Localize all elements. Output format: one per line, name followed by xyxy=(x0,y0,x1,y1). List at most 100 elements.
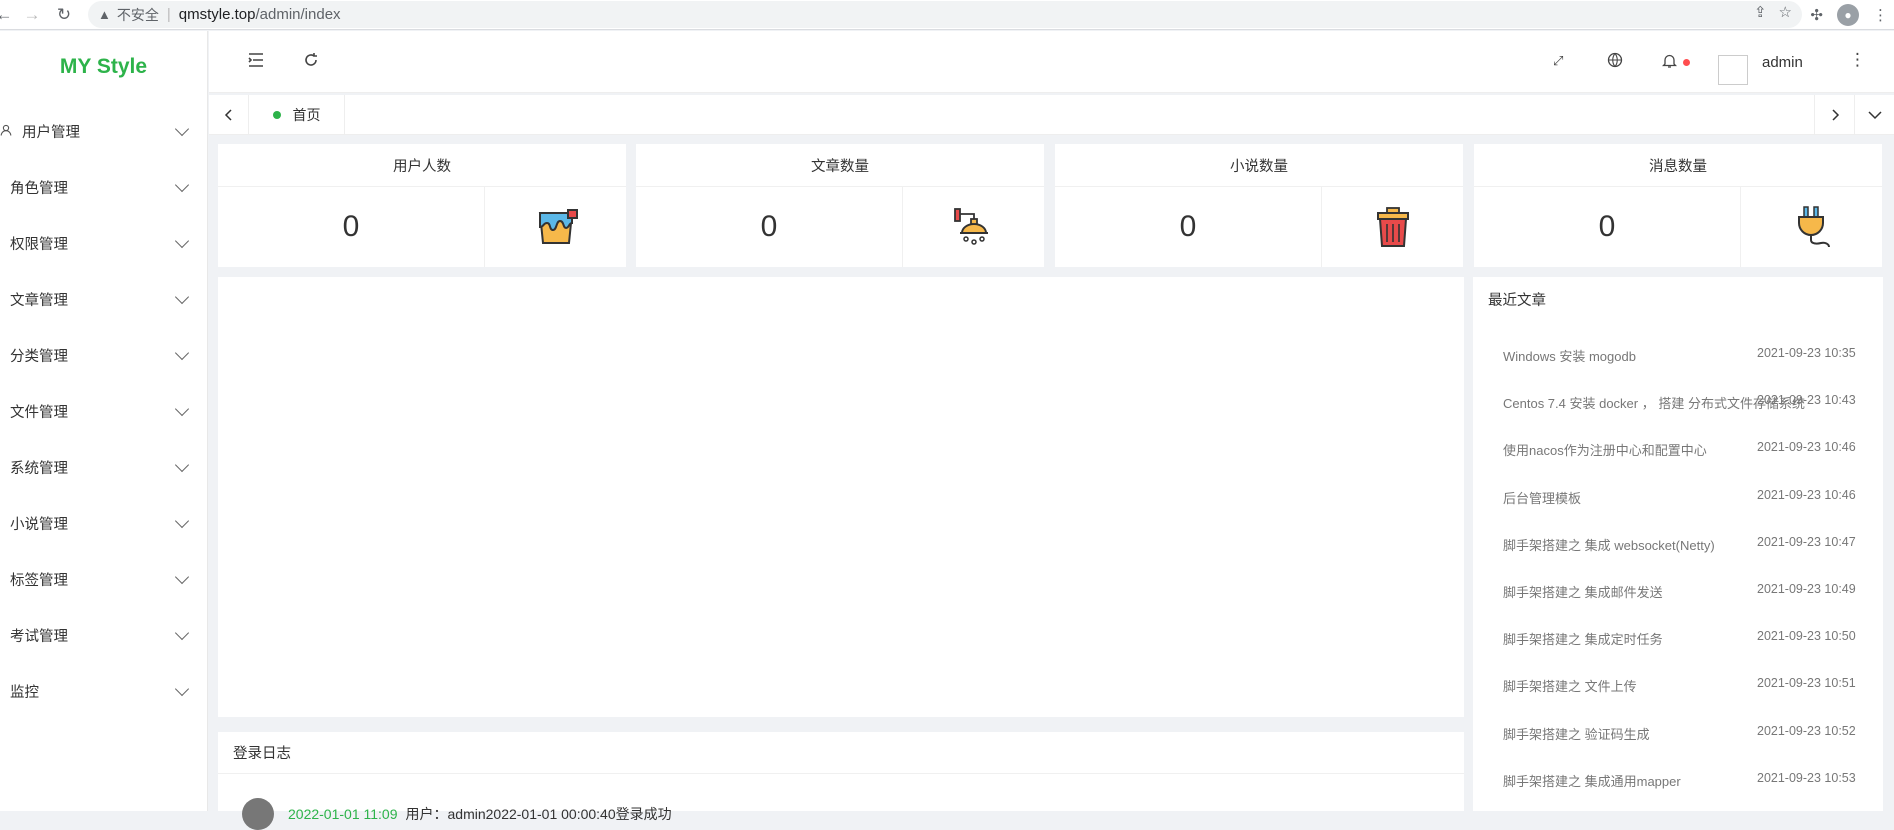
url-host: qmstyle.top xyxy=(178,6,256,23)
article-title[interactable]: 脚手架搭建之 集成定时任务 xyxy=(1503,629,1663,648)
chevron-down-icon xyxy=(174,681,190,696)
address-bar[interactable]: ▲ 不安全 | qmstyle.top/admin/index ⇪ ☆ xyxy=(88,1,1802,28)
sidebar-item-label: 分类管理 xyxy=(10,348,68,365)
recent-article-row[interactable]: Centos 7.4 安装 docker ， 搭建 分布式文件存储系统 2021-… xyxy=(1473,380,1883,427)
sidebar-item[interactable]: 监控 xyxy=(0,663,207,719)
menu-collapse-icon[interactable] xyxy=(247,51,265,74)
user-name[interactable]: admin xyxy=(1762,54,1803,71)
article-title[interactable]: 使用nacos作为注册中心和配置中心 xyxy=(1503,440,1707,459)
browser-menu-icon[interactable]: ⋮ xyxy=(1873,6,1888,24)
app-logo[interactable]: MY Style xyxy=(0,31,207,103)
stat-title: 消息数量 xyxy=(1474,144,1882,187)
sidebar-item[interactable]: 分类管理 xyxy=(0,327,207,383)
sidebar-item-content: 文件管理 xyxy=(10,401,68,422)
article-title[interactable]: 脚手架搭建之 集成 websocket(Netty) xyxy=(1503,535,1715,554)
chevron-down-icon xyxy=(174,401,190,416)
sidebar-item-content: 权限管理 xyxy=(10,233,68,254)
stat-title: 文章数量 xyxy=(636,144,1044,187)
sidebar: MY Style 用户管理角色管理权限管理文章管理分类管理文件管理系统管理小说管… xyxy=(0,31,208,811)
article-title[interactable]: 后台管理模板 xyxy=(1503,488,1581,507)
tabs-scroll-left-icon[interactable] xyxy=(209,95,249,135)
stat-value: 0 xyxy=(1474,187,1741,267)
stat-value: 0 xyxy=(1055,187,1322,267)
article-date: 2021-09-23 10:46 xyxy=(1757,487,1856,502)
article-title[interactable]: 脚手架搭建之 集成邮件发送 xyxy=(1503,582,1663,601)
chevron-down-icon xyxy=(174,625,190,640)
recent-article-row[interactable]: Windows 安装 mogodb 2021-09-23 10:35 xyxy=(1473,333,1883,380)
stat-card-messages: 消息数量 0 xyxy=(1474,144,1882,267)
tabs-scroll-right-icon[interactable] xyxy=(1814,95,1854,135)
bookmark-star-icon[interactable]: ☆ xyxy=(1779,3,1792,21)
sidebar-item-content: 考试管理 xyxy=(10,625,68,646)
more-options-icon[interactable]: ⋮ xyxy=(1849,50,1866,70)
url-separator: | xyxy=(166,6,171,23)
extensions-icon[interactable]: ✣ xyxy=(1810,6,1823,24)
profile-icon[interactable]: ● xyxy=(1837,4,1859,26)
article-title[interactable]: Windows 安装 mogodb xyxy=(1503,346,1636,365)
stat-card-articles: 文章数量 0 xyxy=(636,144,1044,267)
chevron-down-icon xyxy=(174,457,190,472)
warning-icon: ▲ xyxy=(98,7,111,22)
article-date: 2021-09-23 10:43 xyxy=(1757,393,1856,408)
tab-home[interactable]: 首页 xyxy=(249,95,345,135)
article-title[interactable]: 脚手架搭建之 文件上传 xyxy=(1503,676,1637,695)
share-icon[interactable]: ⇪ xyxy=(1754,3,1767,21)
log-time: 2022-01-01 11:09 xyxy=(288,806,398,822)
stat-value: 0 xyxy=(218,187,485,267)
sidebar-item[interactable]: 标签管理 xyxy=(0,551,207,607)
notification-dot xyxy=(1683,59,1690,66)
sidebar-item-label: 文章管理 xyxy=(10,292,68,309)
article-date: 2021-09-23 10:47 xyxy=(1757,534,1856,549)
recent-article-row[interactable]: 脚手架搭建之 集成邮件发送 2021-09-23 10:49 xyxy=(1473,569,1883,616)
recent-article-row[interactable]: 脚手架搭建之 集成定时任务 2021-09-23 10:50 xyxy=(1473,616,1883,663)
active-tab-dot xyxy=(272,111,281,119)
recent-article-row[interactable]: 脚手架搭建之 文件上传 2021-09-23 10:51 xyxy=(1473,663,1883,710)
recent-article-row[interactable]: 使用nacos作为注册中心和配置中心 2021-09-23 10:46 xyxy=(1473,427,1883,474)
paint-bucket-icon xyxy=(538,209,578,244)
sidebar-item[interactable]: 权限管理 xyxy=(0,215,207,271)
sidebar-item-label: 系统管理 xyxy=(10,460,68,477)
shower-icon xyxy=(953,208,988,245)
article-date: 2021-09-23 10:51 xyxy=(1757,676,1856,691)
sidebar-item-label: 用户管理 xyxy=(22,124,80,141)
sidebar-item-content: 监控 xyxy=(10,681,39,702)
back-icon[interactable]: ← xyxy=(0,1,18,29)
sidebar-item[interactable]: 文件管理 xyxy=(0,383,207,439)
article-date: 2021-09-23 10:50 xyxy=(1757,629,1856,644)
article-title[interactable]: 脚手架搭建之 集成通用mapper xyxy=(1503,771,1681,790)
sidebar-item[interactable]: 系统管理 xyxy=(0,439,207,495)
chevron-down-icon xyxy=(174,345,190,360)
tabs-dropdown-icon[interactable] xyxy=(1854,95,1894,135)
recent-article-row[interactable]: 脚手架搭建之 集成通用mapper 2021-09-23 10:53 xyxy=(1473,758,1883,805)
language-globe-icon[interactable] xyxy=(1607,52,1623,73)
forward-icon[interactable]: → xyxy=(18,1,46,29)
log-text: 用户：admin2022-01-01 00:00:40登录成功 xyxy=(405,806,672,822)
sidebar-item-content: 系统管理 xyxy=(10,457,68,478)
login-log-title: 登录日志 xyxy=(218,732,1464,774)
sidebar-item[interactable]: 考试管理 xyxy=(0,607,207,663)
sidebar-item-label: 考试管理 xyxy=(10,628,68,645)
reload-icon[interactable]: ↻ xyxy=(50,1,78,29)
sidebar-item[interactable]: 文章管理 xyxy=(0,271,207,327)
plug-icon xyxy=(1797,206,1830,248)
user-avatar[interactable] xyxy=(1718,55,1748,85)
fullscreen-icon[interactable]: ⤢ xyxy=(1553,53,1563,69)
recent-article-row[interactable]: 后台管理模板 2021-09-23 10:46 xyxy=(1473,475,1883,522)
article-title[interactable]: 脚手架搭建之 验证码生成 xyxy=(1503,724,1650,743)
refresh-icon[interactable] xyxy=(302,51,320,74)
recent-article-row[interactable]: 脚手架搭建之 验证码生成 2021-09-23 10:52 xyxy=(1473,711,1883,758)
sidebar-item[interactable]: 用户管理 xyxy=(0,103,207,159)
sidebar-item[interactable]: 角色管理 xyxy=(0,159,207,215)
sidebar-item-label: 权限管理 xyxy=(10,236,68,253)
sidebar-item[interactable]: 小说管理 xyxy=(0,495,207,551)
chevron-down-icon xyxy=(174,289,190,304)
tab-home-label: 首页 xyxy=(292,107,321,123)
recent-articles-panel: 最近文章 Windows 安装 mogodb 2021-09-23 10:35 Ce… xyxy=(1473,277,1883,811)
chevron-down-icon xyxy=(174,233,190,248)
stat-card-users: 用户人数 0 xyxy=(218,144,626,267)
browser-toolbar: ← → ↻ ▲ 不安全 | qmstyle.top/admin/index ⇪ … xyxy=(0,0,1894,30)
stat-title: 用户人数 xyxy=(218,144,626,187)
notification-bell-icon[interactable] xyxy=(1661,53,1678,74)
recent-article-row[interactable]: 脚手架搭建之 集成 websocket(Netty) 2021-09-23 10:… xyxy=(1473,522,1883,569)
sidebar-item-content: 角色管理 xyxy=(10,177,68,198)
